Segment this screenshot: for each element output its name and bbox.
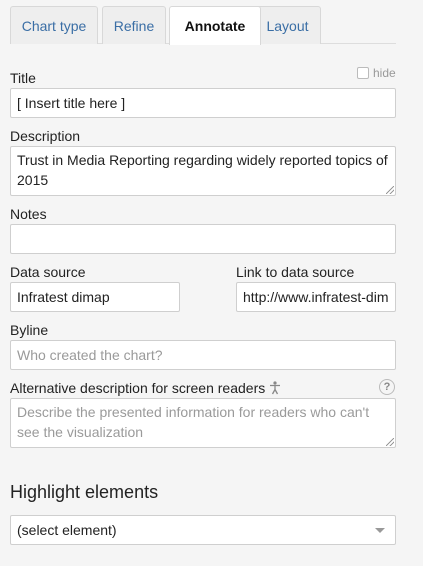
highlight-select-value: (select element) — [17, 522, 117, 538]
highlight-section-title: Highlight elements — [10, 482, 159, 502]
byline-label: Byline — [10, 322, 49, 338]
alt-description-label: Alternative description for screen reade… — [10, 380, 281, 398]
tab-annotate[interactable]: Annotate — [169, 6, 261, 45]
tab-layout[interactable]: Layout — [254, 6, 321, 44]
chevron-down-icon — [375, 528, 385, 533]
description-label: Description — [10, 128, 81, 144]
resize-handle-icon[interactable] — [386, 438, 394, 446]
link-label: Link to data source — [236, 264, 355, 280]
hide-title-toggle[interactable]: hide — [357, 66, 396, 80]
notes-input[interactable] — [10, 224, 396, 254]
tab-refine[interactable]: Refine — [102, 6, 166, 44]
notes-label: Notes — [10, 206, 47, 222]
data-source-input[interactable]: Infratest dimap — [10, 282, 180, 312]
alt-description-placeholder: Describe the presented information for r… — [17, 404, 370, 440]
tab-bar: Chart type Refine Annotate Layout — [10, 6, 396, 45]
help-icon[interactable]: ? — [379, 379, 395, 395]
byline-input[interactable]: Who created the chart? — [10, 340, 396, 370]
accessibility-icon — [269, 381, 281, 398]
alt-description-textarea[interactable]: Describe the presented information for r… — [10, 398, 396, 448]
title-label: Title — [10, 70, 36, 86]
data-source-label: Data source — [10, 264, 86, 280]
tab-chart-type[interactable]: Chart type — [10, 6, 98, 44]
title-input[interactable]: [ Insert title here ] — [10, 88, 396, 118]
highlight-select[interactable]: (select element) — [10, 515, 396, 545]
link-input[interactable]: http://www.infratest-dim — [236, 282, 396, 312]
description-text: Trust in Media Reporting regarding widel… — [17, 152, 388, 188]
description-textarea[interactable]: Trust in Media Reporting regarding widel… — [10, 146, 396, 196]
resize-handle-icon[interactable] — [386, 186, 394, 194]
hide-title-label: hide — [373, 66, 396, 80]
hide-title-checkbox[interactable] — [357, 67, 369, 79]
alt-description-label-text: Alternative description for screen reade… — [10, 380, 266, 396]
